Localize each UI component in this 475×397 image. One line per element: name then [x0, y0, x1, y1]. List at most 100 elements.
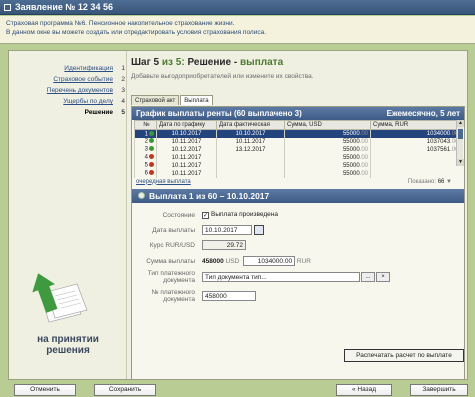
doc-type-label-2: документа	[163, 276, 195, 284]
rur-cell	[370, 153, 461, 162]
doc-type-label-1: Тип платежного	[147, 269, 195, 277]
page-title: Шаг 5 из 5: Решение - выплата	[131, 57, 465, 68]
payment-status-icon	[138, 192, 145, 199]
step-name: Решение	[187, 57, 232, 68]
column-header[interactable]: №	[134, 120, 157, 130]
calendar-icon[interactable]	[254, 224, 264, 235]
finish-button[interactable]: Завершить	[410, 384, 468, 396]
doc-type-browse-button[interactable]: ...	[361, 271, 375, 282]
usd-amount: 55000	[342, 170, 360, 177]
column-header[interactable]: Сумма, RUR	[370, 120, 461, 130]
actual-date-cell	[216, 153, 285, 162]
tab-payment[interactable]: Выплата	[180, 95, 213, 105]
step-insured-event[interactable]: Страховое событие 2	[9, 74, 127, 85]
doc-type-field: Тип документа тип...... ×	[202, 271, 390, 282]
save-button[interactable]: Сохранить	[94, 384, 156, 396]
rur-cell	[370, 169, 461, 178]
unpaid-status-icon	[149, 154, 154, 160]
window-titlebar: Заявление № 12 34 56	[0, 0, 475, 15]
window-menu-icon[interactable]	[4, 4, 11, 11]
doc-type-clear-icon[interactable]: ×	[376, 271, 390, 282]
step-label: Страховое событие	[53, 76, 113, 83]
payment-date-input[interactable]: 10.10.2017	[202, 224, 252, 235]
usd-decimals: .00	[359, 138, 368, 145]
planned-date-cell: 10.10.2017	[156, 129, 217, 138]
table-row[interactable]: 5 10.11.2017 55000.00	[134, 161, 461, 170]
shown-dropdown-icon[interactable]: ▼	[446, 179, 452, 185]
table-row[interactable]: 1 10.10.2017 10.10.2017 55000.00 1034000…	[134, 129, 461, 138]
rate-label: Курс RUR/USD	[149, 241, 195, 249]
state-value: Выплата произведена	[211, 210, 278, 218]
usd-amount: 55000	[342, 154, 360, 161]
rur-cell: 1034000.00	[370, 129, 461, 138]
step-identification[interactable]: Идентификация 1	[9, 63, 127, 74]
scroll-down-icon[interactable]: ▼	[457, 159, 464, 166]
main-panel: Идентификация 1 Страховое событие 2 Перече…	[8, 50, 468, 380]
step-documents[interactable]: Перечень документов 3	[9, 85, 127, 96]
title-dash: -	[233, 57, 238, 68]
table-row[interactable]: 3 10.12.2017 13.12.2017 55000.00 1037561…	[134, 145, 461, 154]
scroll-thumb[interactable]	[458, 129, 463, 139]
table-row[interactable]: 4 10.11.2017 55000.00	[134, 153, 461, 162]
table-row[interactable]: 6 10.11.2017 55000.00	[134, 169, 461, 178]
shown-value: 66	[437, 178, 445, 185]
usd-amount: 55000	[342, 130, 360, 137]
next-payment-link[interactable]: очередная выплата	[136, 179, 191, 185]
usd-cell: 55000.00	[284, 161, 371, 170]
rur-amount: 1037043	[426, 138, 451, 145]
planned-date-cell: 10.11.2017	[156, 169, 217, 178]
step-damages[interactable]: Ущербы по делу 4	[9, 96, 127, 107]
table-scrollbar[interactable]: ▲ ▼	[456, 120, 464, 166]
doc-number-label-1: № платежного	[151, 288, 195, 296]
doc-number-input[interactable]: 458000	[202, 290, 256, 301]
usd-cell: 55000.00	[284, 145, 371, 154]
unpaid-status-icon	[149, 170, 154, 176]
schedule-period: Ежемесячно, 5 лет	[386, 109, 460, 118]
cancel-button[interactable]: Отменить	[14, 384, 76, 396]
tab-insurance-act[interactable]: Страховой акт	[131, 95, 180, 105]
usd-amount: 55000	[342, 162, 360, 169]
caption-line-2: решения	[46, 345, 90, 356]
paid-checkbox[interactable]: ✓	[202, 211, 209, 219]
info-banner: Страховая программа №6. Пенсионное накоп…	[0, 16, 475, 44]
actual-date-cell	[216, 169, 285, 178]
usd-decimals: .00	[359, 130, 368, 137]
sum-usd-unit: USD	[225, 257, 240, 265]
doc-type-input[interactable]: Тип документа тип...	[202, 271, 360, 282]
schedule-table: № Дата по графику Дата фактическая Сумма…	[134, 120, 461, 178]
step-list: Идентификация 1 Страховое событие 2 Перече…	[9, 63, 127, 118]
table-row[interactable]: 2 10.11.2017 10.11.2017 55000.00 1037043…	[134, 137, 461, 146]
actual-date-cell: 10.10.2017	[216, 129, 285, 138]
sum-label: Сумма выплаты	[146, 257, 195, 265]
step-accent: выплата	[240, 57, 284, 68]
sum-rur-unit: RUR	[296, 257, 311, 265]
sum-rur-input[interactable]: 1034000.00	[243, 255, 296, 266]
column-header[interactable]: Дата по графику	[156, 120, 217, 130]
column-header[interactable]: Сумма, USD	[284, 120, 371, 130]
column-header[interactable]: Дата фактическая	[216, 120, 285, 130]
usd-amount: 55000	[342, 138, 360, 145]
page-subtitle: Добавьте выгодоприобретателей или измени…	[131, 73, 314, 80]
payment-form: Состояние ✓ Выплата произведена Дата выпл…	[132, 203, 464, 373]
tab-bar: Страховой акт Выплата	[131, 95, 214, 105]
actual-date-cell: 13.12.2017	[216, 145, 285, 154]
schedule-title: График выплаты ренты (60 выплачено 3)	[136, 109, 302, 118]
step-label: Решение	[84, 109, 113, 116]
actual-date-cell	[216, 161, 285, 170]
back-button[interactable]: « Назад	[336, 384, 392, 396]
step-of: из 5:	[161, 57, 185, 68]
status-caption: на принятии решения	[9, 334, 127, 356]
step-prefix: Шаг 5	[131, 57, 160, 68]
info-line-1: Страховая программа №6. Пенсионное накоп…	[6, 20, 235, 27]
usd-amount: 55000	[342, 146, 360, 153]
date-label: Дата выплаты	[152, 226, 195, 234]
scroll-up-icon[interactable]: ▲	[457, 120, 464, 127]
wizard-steps-panel: Идентификация 1 Страховое событие 2 Перече…	[9, 51, 127, 379]
unpaid-status-icon	[149, 162, 154, 168]
print-calculation-button[interactable]: Распечатать расчет по выплате	[344, 349, 464, 362]
rate-value: 29.72	[202, 239, 246, 250]
payment-title: Выплата 1 из 60 – 10.10.2017	[149, 190, 270, 201]
usd-decimals: .00	[359, 154, 368, 161]
paid-status-icon	[149, 138, 154, 144]
step-number: 2	[121, 76, 125, 83]
